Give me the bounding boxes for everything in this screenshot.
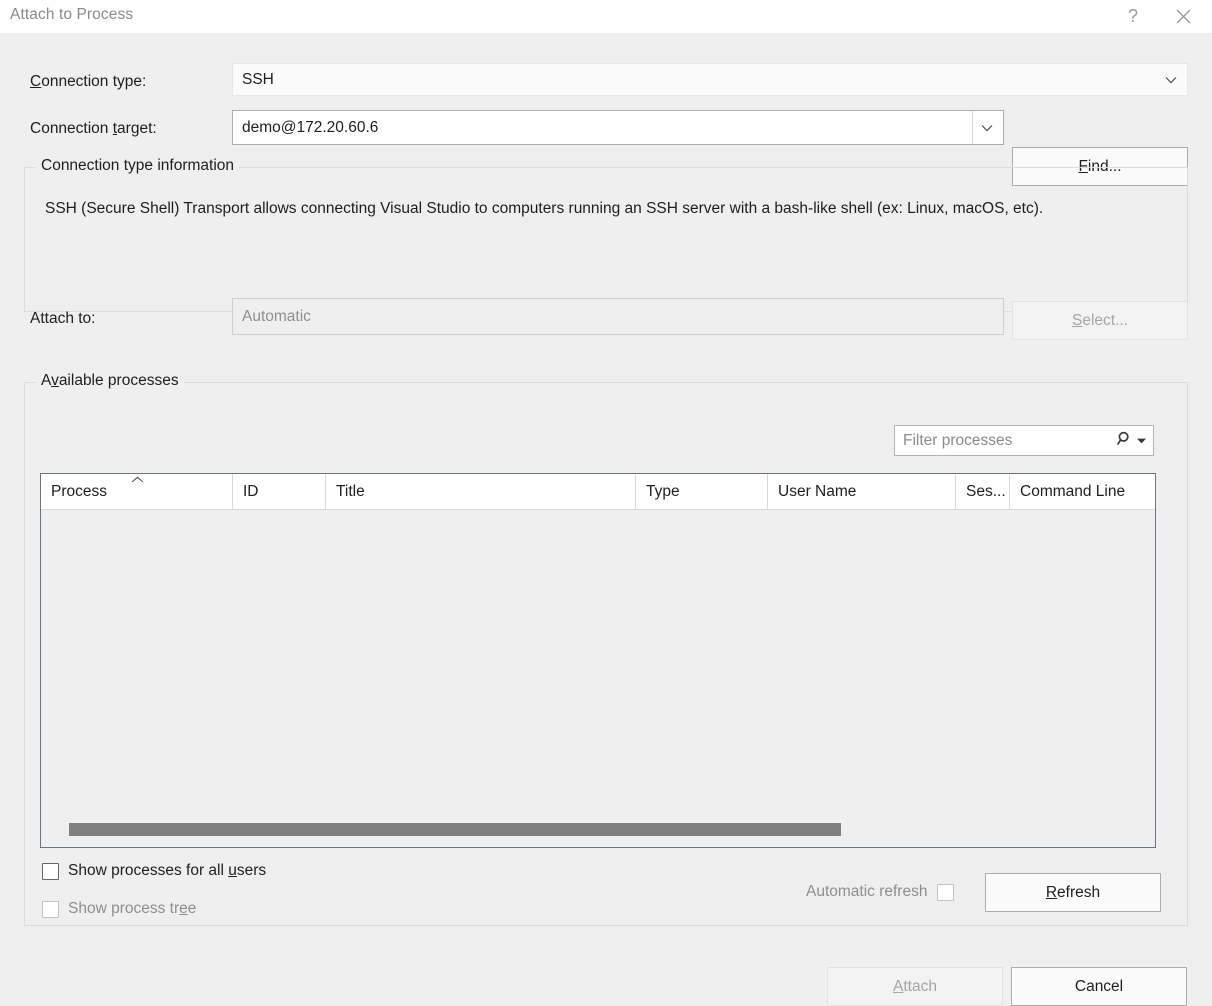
connection-target-combobox[interactable]: demo@172.20.60.6 <box>232 110 1004 145</box>
show-processes-all-users-label: Show processes for all users <box>68 862 266 880</box>
refresh-button-label: efresh <box>1057 884 1100 901</box>
attach-to-value: Automatic <box>233 308 311 326</box>
column-header-type[interactable]: Type <box>636 474 768 509</box>
attach-button-accel: A <box>893 978 903 995</box>
cancel-button[interactable]: Cancel <box>1011 967 1187 1006</box>
automatic-refresh-label: Automatic refresh <box>806 883 927 901</box>
connection-target-value: demo@172.20.60.6 <box>233 119 378 137</box>
close-icon[interactable] <box>1160 0 1206 33</box>
chevron-up-icon <box>131 476 144 487</box>
checkbox-box <box>42 901 59 918</box>
process-list[interactable]: Process ID Title Type User Name Ses... C… <box>40 473 1156 848</box>
select-button-accel: S <box>1072 312 1082 329</box>
refresh-button-accel: R <box>1046 884 1057 901</box>
checkbox-box <box>937 884 954 901</box>
process-list-horizontal-scrollbar[interactable] <box>41 812 1155 847</box>
help-icon[interactable]: ? <box>1110 0 1156 33</box>
select-button: Select... <box>1012 301 1188 340</box>
process-list-body[interactable] <box>41 510 1155 812</box>
connection-target-label: Connection target: <box>30 120 157 138</box>
chevron-down-icon[interactable] <box>1137 436 1146 445</box>
connection-info-text: SSH (Secure Shell) Transport allows conn… <box>45 194 1145 223</box>
connection-type-combobox[interactable]: SSH <box>232 63 1188 96</box>
show-process-tree-checkbox: Show process tree <box>42 900 196 918</box>
scrollbar-thumb[interactable] <box>69 823 841 836</box>
combobox-divider <box>972 111 973 144</box>
column-header-title[interactable]: Title <box>326 474 636 509</box>
refresh-button[interactable]: Refresh <box>985 873 1161 912</box>
column-header-command-line[interactable]: Command Line <box>1010 474 1155 509</box>
attach-to-label: Attach to: <box>30 310 95 328</box>
connection-type-value: SSH <box>233 71 274 89</box>
column-header-id[interactable]: ID <box>233 474 326 509</box>
available-processes-legend: Available processes <box>36 372 184 390</box>
cancel-button-label: Cancel <box>1075 978 1123 996</box>
chevron-down-icon <box>1165 74 1177 86</box>
window-title: Attach to Process <box>10 6 133 24</box>
connection-info-legend: Connection type information <box>36 157 239 175</box>
process-list-header: Process ID Title Type User Name Ses... C… <box>41 474 1155 510</box>
filter-processes-input[interactable]: Filter processes <box>894 425 1154 456</box>
show-process-tree-label: Show process tree <box>68 900 196 918</box>
column-header-user-name[interactable]: User Name <box>768 474 956 509</box>
automatic-refresh-checkbox: Automatic refresh <box>806 883 954 901</box>
column-header-process[interactable]: Process <box>41 474 233 509</box>
connection-type-label: Connection type: <box>30 73 146 91</box>
checkbox-box[interactable] <box>42 863 59 880</box>
search-icon[interactable] <box>1116 430 1134 452</box>
filter-placeholder: Filter processes <box>895 432 1116 450</box>
dialog-body: Connection type: SSH Connection target: … <box>0 33 1212 991</box>
column-header-session[interactable]: Ses... <box>956 474 1010 509</box>
connection-type-information-group: Connection type information SSH (Secure … <box>24 167 1188 312</box>
attach-button: Attach <box>827 967 1003 1006</box>
attach-to-field: Automatic <box>232 298 1004 335</box>
select-button-label: elect... <box>1082 312 1128 329</box>
attach-button-label: ttach <box>903 978 937 995</box>
title-bar: Attach to Process ? <box>0 0 1212 33</box>
chevron-down-icon <box>981 122 993 134</box>
show-processes-all-users-checkbox[interactable]: Show processes for all users <box>42 862 266 880</box>
